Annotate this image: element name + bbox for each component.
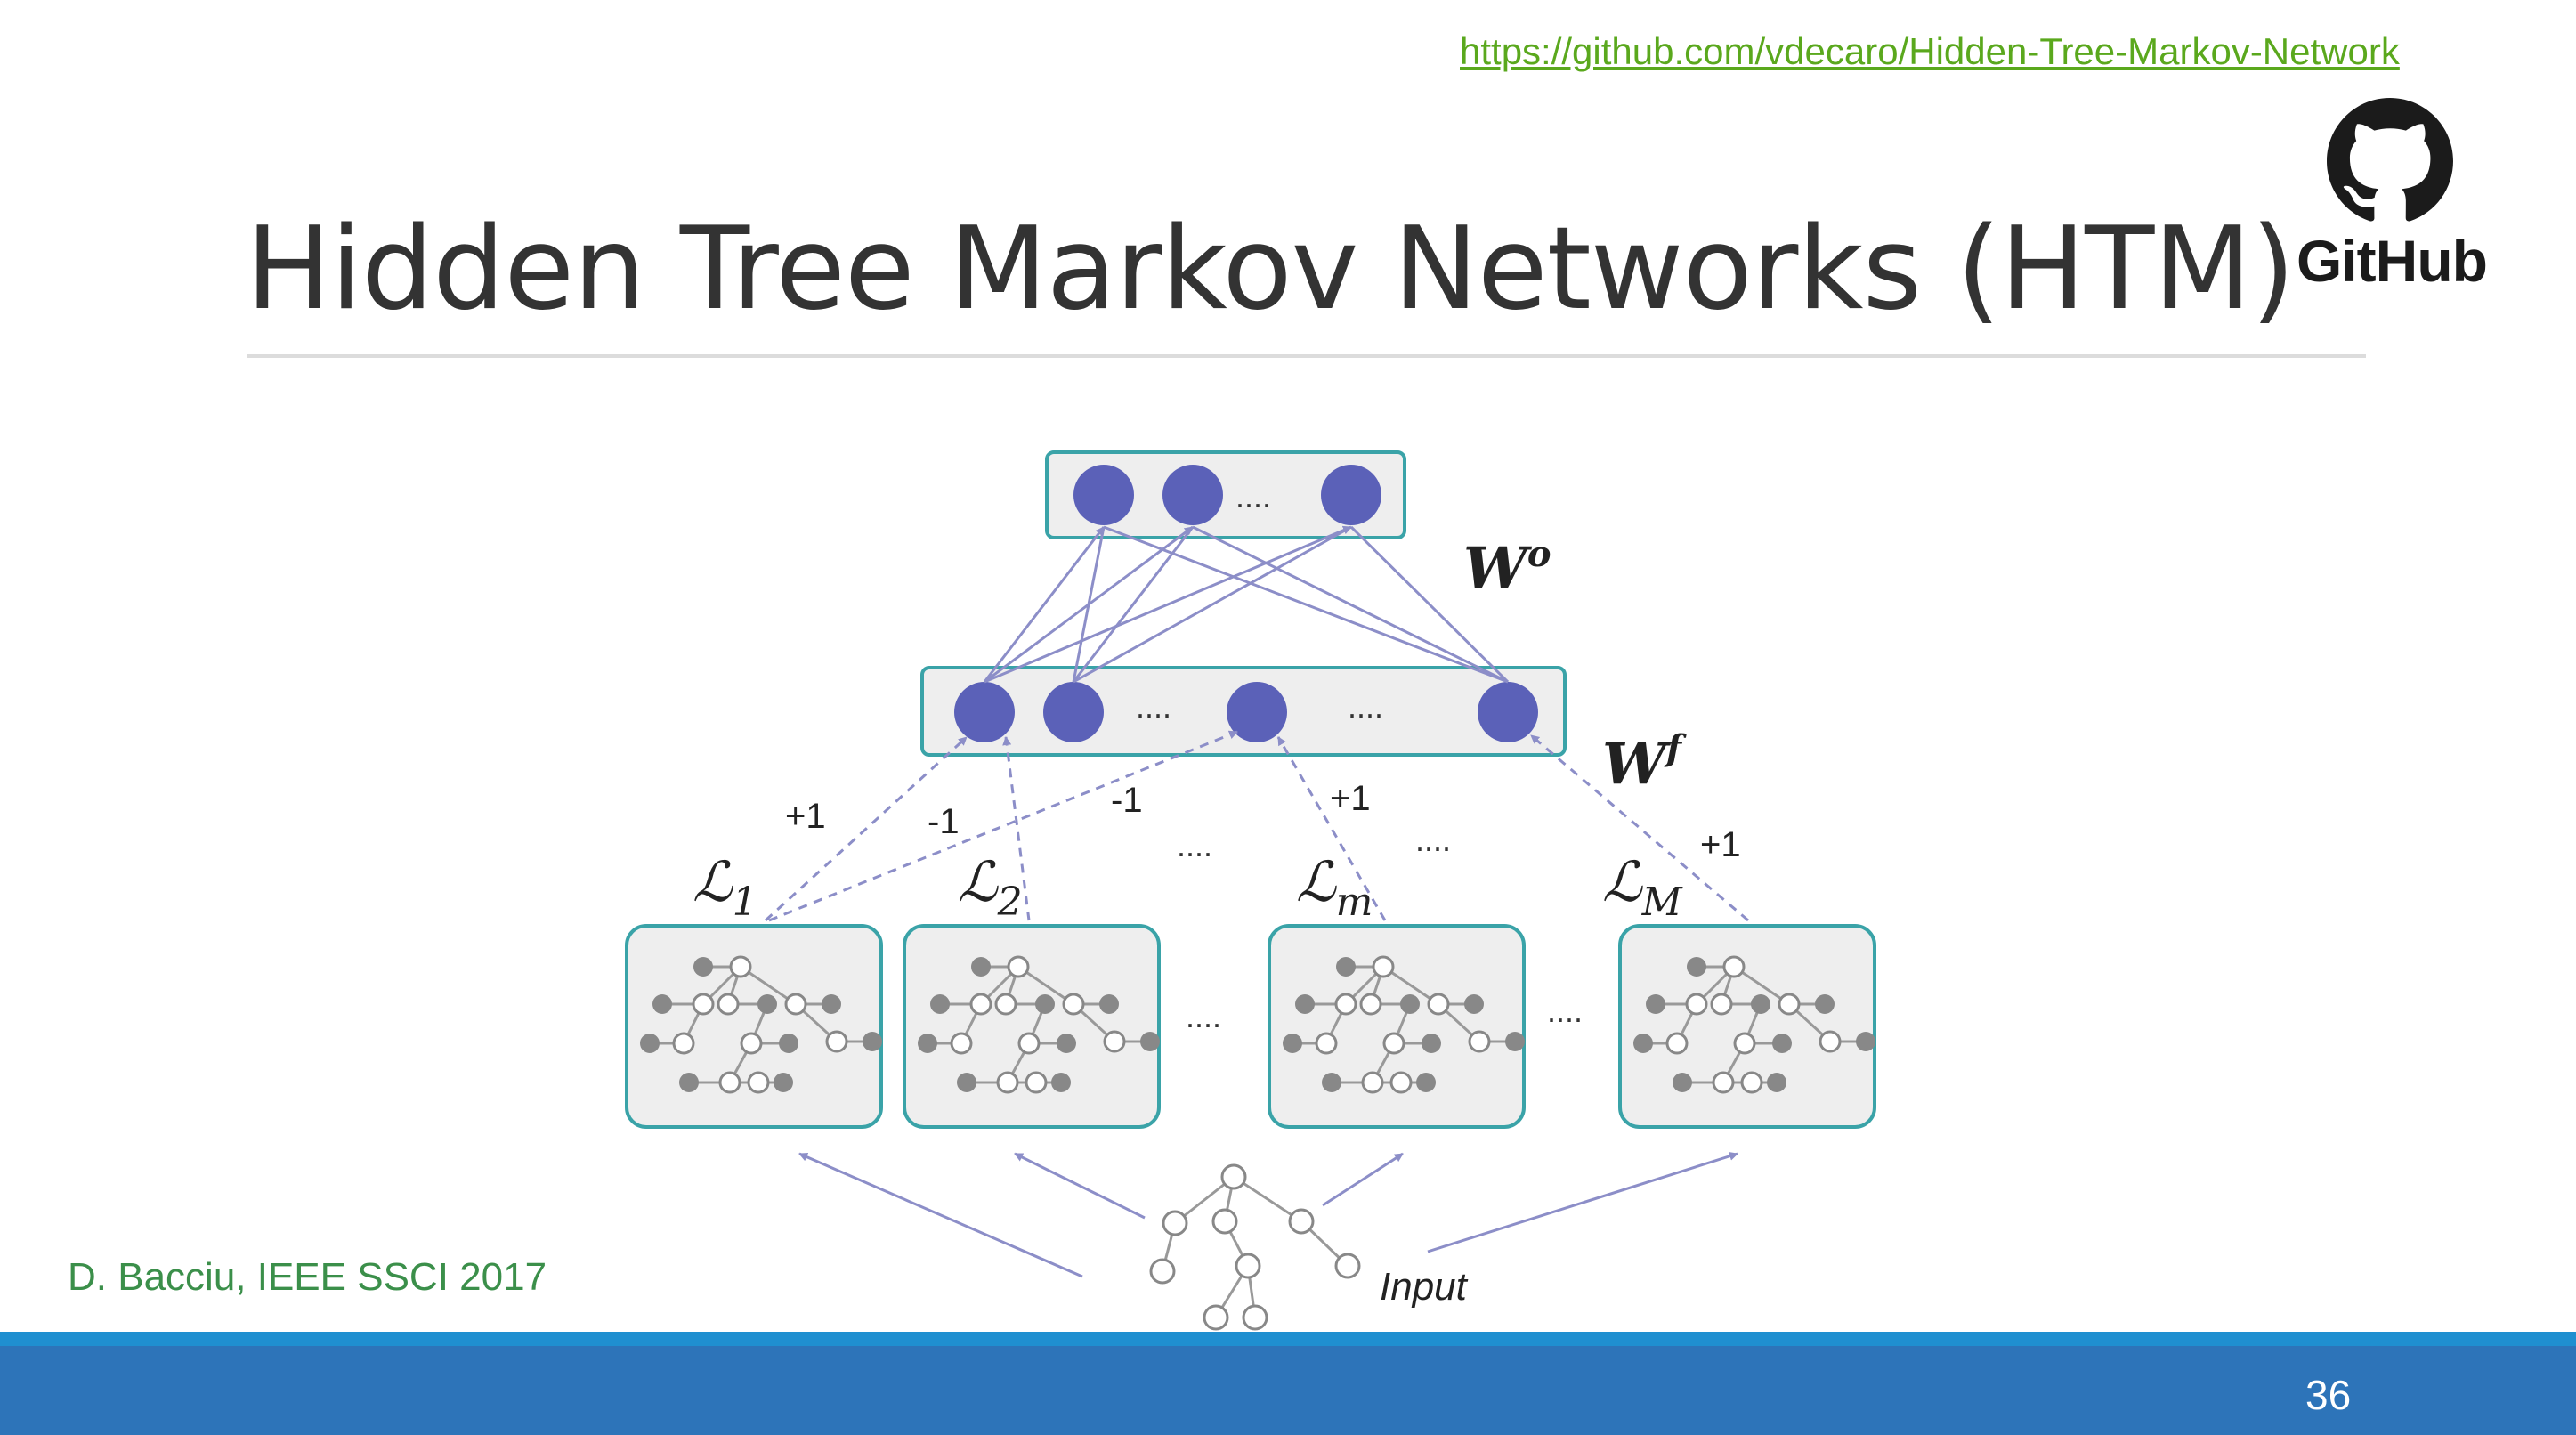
- edge-label: +1: [1330, 779, 1371, 818]
- tree-model-m: [1268, 924, 1527, 1129]
- edge-label: +1: [785, 797, 826, 836]
- model-label: ℒ1: [693, 849, 757, 925]
- edge-label: +1: [1700, 825, 1741, 864]
- footer-stripe: [0, 1332, 2576, 1346]
- model-label: ℒ2: [958, 849, 1023, 925]
- between-dots: ....: [1186, 998, 1221, 1034]
- page-number: 36: [2305, 1372, 2352, 1418]
- input-tree: [1149, 1163, 1361, 1331]
- input-arrows: [798, 1151, 1738, 1278]
- input-label: Input: [1380, 1265, 1469, 1309]
- model-label: ℒm: [1296, 849, 1373, 925]
- tree-model-1: [625, 924, 884, 1129]
- output-ellipsis: ....: [1235, 478, 1271, 515]
- between-dots: ....: [1547, 993, 1583, 1029]
- tree-model-M: [1618, 924, 1877, 1129]
- hidden-node: [954, 682, 1015, 742]
- slide: https://github.com/vdecaro/Hidden-Tree-M…: [0, 0, 2576, 1435]
- output-node: [1073, 465, 1134, 525]
- model-label: ℒM: [1602, 849, 1683, 925]
- htm-architecture-diagram: .... .... .... Wo Wf +1 -1 -1 +1 +1 ....…: [625, 450, 1877, 1331]
- tree-model-2: [903, 924, 1162, 1129]
- hidden-ellipsis: ....: [1136, 688, 1171, 725]
- between-dots: ....: [1177, 827, 1212, 863]
- output-weight-label: Wo: [1463, 533, 1551, 602]
- output-node: [1321, 465, 1381, 525]
- hidden-node: [1478, 682, 1538, 742]
- hidden-weight-connections: [764, 730, 1749, 922]
- edge-label: -1: [1111, 781, 1143, 820]
- hidden-ellipsis: ....: [1348, 688, 1383, 725]
- output-weight-connections: [983, 525, 1510, 684]
- hidden-node: [1043, 682, 1104, 742]
- edge-label: -1: [928, 802, 960, 841]
- hidden-weight-label: Wf: [1602, 727, 1687, 798]
- footer-bar: [0, 1332, 2576, 1435]
- citation: D. Bacciu, IEEE SSCI 2017: [68, 1255, 547, 1299]
- output-node: [1162, 465, 1223, 525]
- between-dots: ....: [1415, 822, 1451, 858]
